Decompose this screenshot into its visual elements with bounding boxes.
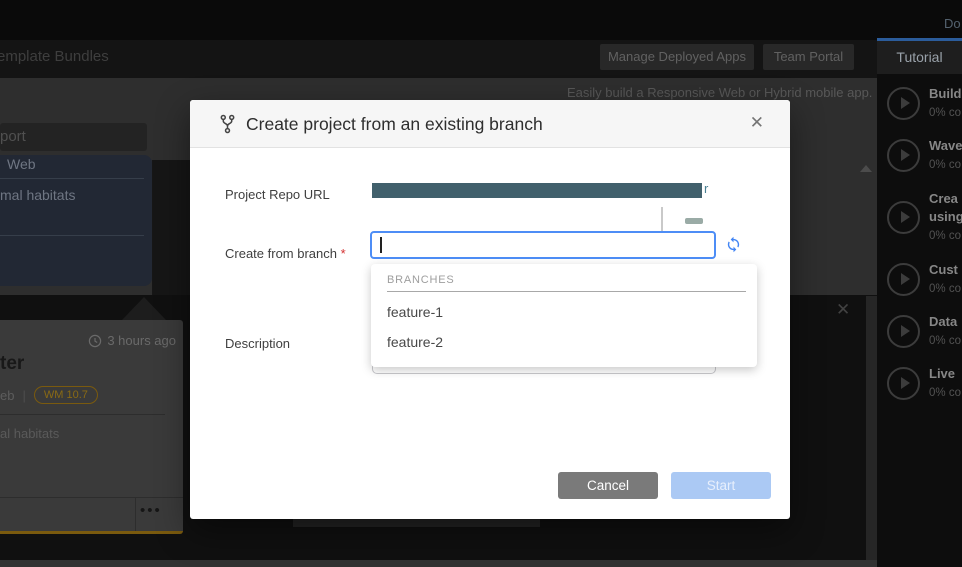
popover-item-web[interactable]: Web xyxy=(0,155,152,178)
import-tab[interactable]: port xyxy=(0,123,147,151)
background-shadow-area xyxy=(152,160,190,295)
tutorial-progress: 0% co xyxy=(929,159,961,171)
description-label: Description xyxy=(225,336,290,351)
play-icon[interactable] xyxy=(887,315,920,348)
repo-url-label: Project Repo URL xyxy=(225,187,330,202)
tutorials-sidebar: Tutorial Build 0% co Wave 0% co Crea usi… xyxy=(877,38,962,567)
branch-option-feature-1[interactable]: feature-1 xyxy=(371,297,757,327)
text-caret xyxy=(380,237,382,253)
card-subtitle-row: eb | WM 10.7 xyxy=(0,386,98,404)
tutorial-title: Wave xyxy=(929,138,962,153)
branches-dropdown: BRANCHES feature-1 feature-2 xyxy=(371,264,757,367)
team-portal-button[interactable]: Team Portal xyxy=(763,44,854,70)
card-version-badge: WM 10.7 xyxy=(34,386,98,404)
tutorial-title: Live xyxy=(929,366,955,381)
tutorial-item-build[interactable]: Build 0% co xyxy=(877,77,962,129)
background-popover: Web mal habitats xyxy=(0,155,152,286)
tutorial-item-data[interactable]: Data 0% co xyxy=(877,305,962,357)
card-timestamp: 3 hours ago xyxy=(88,333,176,348)
tutorials-list: Build 0% co Wave 0% co Crea using 0% co … xyxy=(877,74,962,409)
branch-option-feature-2[interactable]: feature-2 xyxy=(371,327,757,357)
start-button[interactable]: Start xyxy=(671,472,771,499)
cancel-button[interactable]: Cancel xyxy=(558,472,658,499)
tutorial-progress: 0% co xyxy=(929,230,961,242)
scroll-up-arrow-icon[interactable] xyxy=(860,165,872,172)
modal-title: Create project from an existing branch xyxy=(246,100,543,148)
top-black-bar xyxy=(0,0,962,40)
tutorials-header: Tutorial xyxy=(877,41,962,74)
tutorial-title: Build xyxy=(929,86,962,101)
scrollbar-artifact xyxy=(661,207,663,233)
required-asterisk: * xyxy=(341,246,346,261)
git-branch-icon xyxy=(220,114,235,139)
play-icon[interactable] xyxy=(887,139,920,172)
create-project-modal: Create project from an existing branch ✕… xyxy=(190,100,790,519)
branch-label: Create from branch * xyxy=(225,246,346,261)
tutorial-title: Data xyxy=(929,314,957,329)
app-tagline: Easily build a Responsive Web or Hybrid … xyxy=(567,85,872,100)
close-icon[interactable]: ✕ xyxy=(750,113,764,133)
repo-url-text-fragment: r xyxy=(704,181,708,196)
tutorial-item-wave[interactable]: Wave 0% co xyxy=(877,129,962,181)
tutorial-item-live[interactable]: Live 0% co xyxy=(877,357,962,409)
clock-icon xyxy=(88,334,102,348)
project-card: 3 hours ago ter eb | WM 10.7 al habitats… xyxy=(0,320,183,534)
card-divider xyxy=(0,414,165,415)
branch-input[interactable] xyxy=(370,231,716,259)
card-separator: | xyxy=(22,388,25,403)
play-icon[interactable] xyxy=(887,367,920,400)
tutorial-progress: 0% co xyxy=(929,107,961,119)
card-time-text: 3 hours ago xyxy=(107,333,176,348)
popover-divider xyxy=(0,235,144,236)
popover-item-habitats[interactable]: mal habitats xyxy=(0,187,152,203)
branch-label-text: Create from branch xyxy=(225,246,337,261)
template-bundles-label[interactable]: emplate Bundles xyxy=(0,48,109,65)
tutorial-title: Cust xyxy=(929,262,958,277)
repo-url-selected-text[interactable] xyxy=(372,183,702,198)
tutorial-title: Crea using xyxy=(929,191,962,224)
modal-header: Create project from an existing branch ✕ xyxy=(190,100,790,148)
refresh-icon[interactable] xyxy=(724,236,742,254)
card-footer-divider xyxy=(0,497,183,498)
tutorial-progress: 0% co xyxy=(929,283,961,295)
tutorial-item-create[interactable]: Crea using 0% co xyxy=(877,181,962,253)
card-footer-vertical-divider xyxy=(135,497,136,531)
dropdown-divider xyxy=(387,291,746,292)
card-platform: eb xyxy=(0,388,14,403)
branches-dropdown-header: BRANCHES xyxy=(387,274,455,286)
tutorial-progress: 0% co xyxy=(929,335,961,347)
card-title[interactable]: ter xyxy=(0,353,24,375)
manage-deployed-apps-button[interactable]: Manage Deployed Apps xyxy=(600,44,754,70)
bottom-bar xyxy=(0,560,877,567)
play-icon[interactable] xyxy=(887,87,920,120)
play-icon[interactable] xyxy=(887,263,920,296)
app-root: Do emplate Bundles Manage Deployed Apps … xyxy=(0,0,962,567)
card-description: al habitats xyxy=(0,426,59,441)
dash-artifact xyxy=(685,218,703,224)
play-icon[interactable] xyxy=(887,201,920,234)
popover-divider xyxy=(0,178,144,179)
background-panel-close-icon[interactable]: ✕ xyxy=(836,300,850,320)
tutorial-progress: 0% co xyxy=(929,387,961,399)
tutorial-item-cust[interactable]: Cust 0% co xyxy=(877,253,962,305)
card-menu-button[interactable]: ••• xyxy=(140,502,162,519)
topbar-link[interactable]: Do xyxy=(944,16,961,31)
page-scrollbar[interactable] xyxy=(866,296,877,560)
card-pointer-arrow xyxy=(122,297,166,320)
